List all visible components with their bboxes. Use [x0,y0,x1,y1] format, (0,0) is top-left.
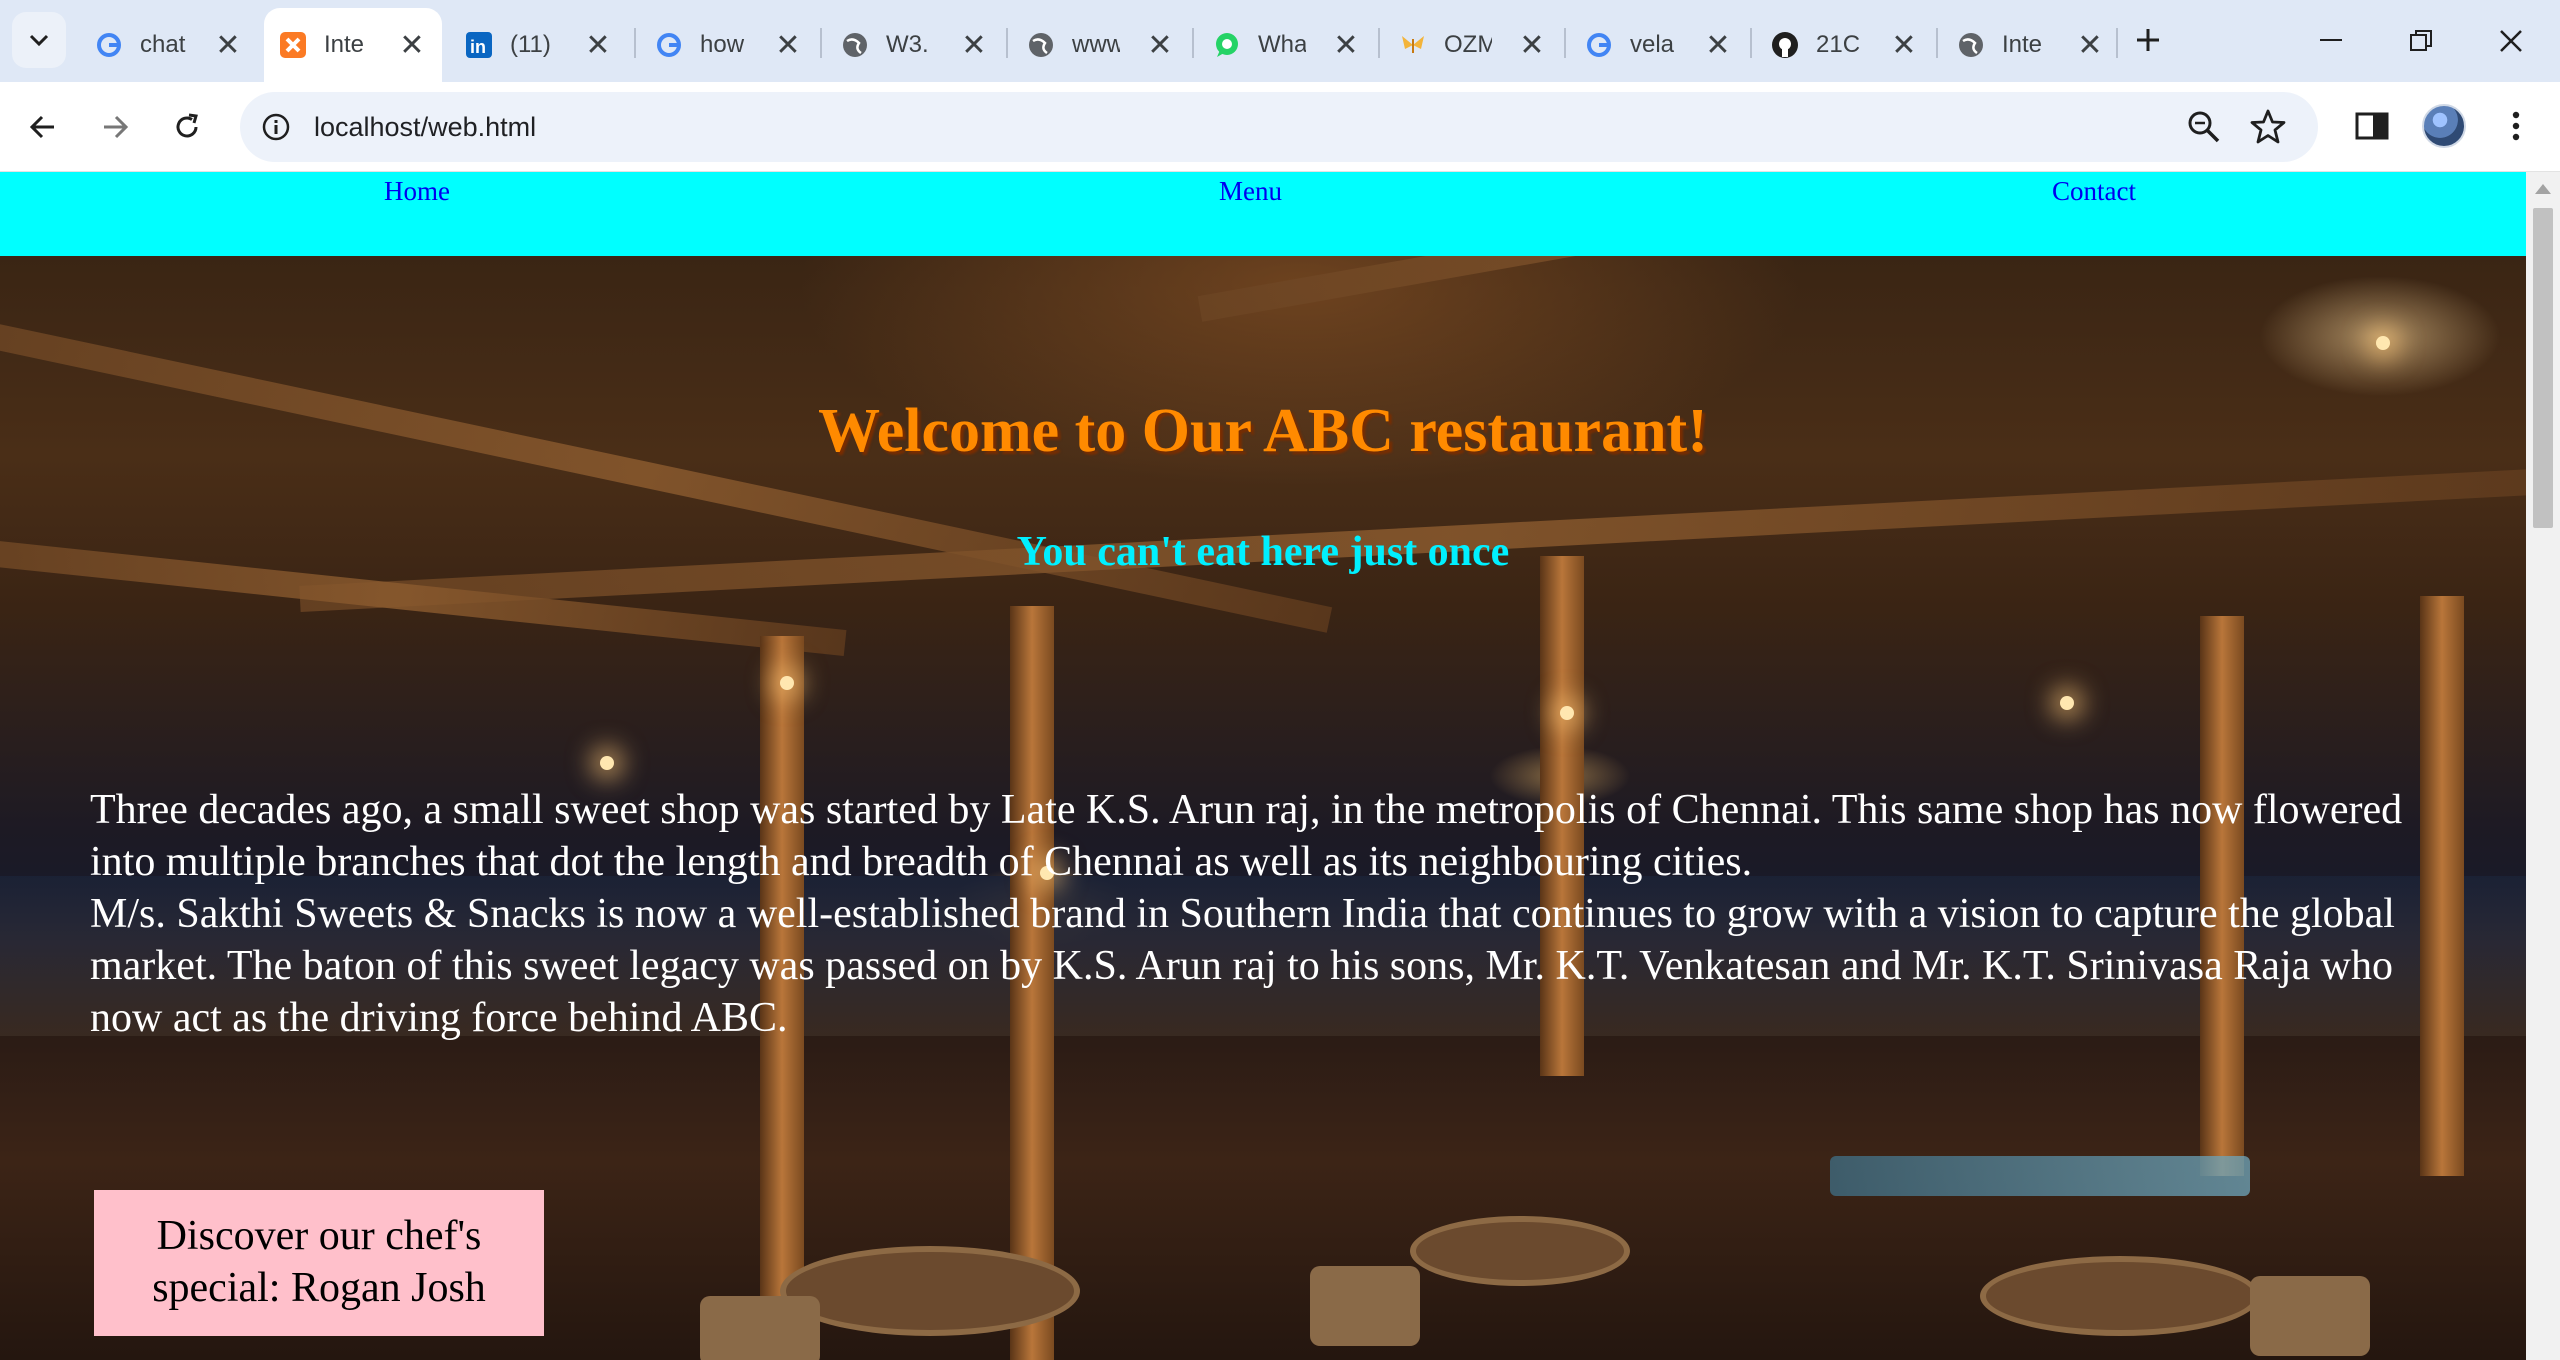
chevron-down-icon [29,34,49,47]
page-scrollbar[interactable] [2526,172,2560,1360]
globe-icon [1956,30,1986,60]
close-icon[interactable]: ✕ [1516,29,1548,62]
chef-special-box: Discover our chef's special: Rogan Josh [94,1190,544,1336]
minimize-icon [2320,39,2342,41]
about-paragraph: Three decades ago, a small sweet shop wa… [90,784,2470,1044]
address-toolbar: localhost/web.html [0,82,2560,172]
nav-link-contact[interactable]: Contact [2052,176,2136,207]
close-icon[interactable]: ✕ [396,29,428,62]
url-text[interactable]: localhost/web.html [314,112,536,143]
tab-separator [1378,28,1380,58]
about-line-2: M/s. Sakthi Sweets & Snacks is now a wel… [90,891,2395,1041]
xampp-icon [278,30,308,60]
svg-text:in: in [470,37,486,57]
tab-separator [820,28,822,58]
back-button[interactable] [20,104,66,150]
reload-icon [176,113,198,138]
minimize-button[interactable] [2286,14,2376,68]
tab-title: chat [140,31,186,58]
more-menu-icon[interactable] [2496,106,2536,146]
close-icon[interactable]: ✕ [212,29,244,62]
tab-title: Inte [2002,31,2043,58]
browser-tab[interactable]: chat ✕ [80,8,258,82]
hero-section: Welcome to Our ABC restaurant! You can't… [0,256,2526,1360]
browser-tab[interactable]: in (11) ✕ [450,8,628,82]
tab-separator [1192,28,1194,58]
github-icon [1770,30,1800,60]
side-panel-icon[interactable] [2352,106,2392,146]
reload-button[interactable] [164,104,210,150]
close-icon[interactable]: ✕ [958,29,990,62]
browser-tab[interactable]: 21C ✕ [1756,8,1934,82]
browser-tab-strip: chat ✕ Inte ✕ in (11) ✕ how ✕ W3. ✕ www … [0,0,2560,82]
close-icon[interactable]: ✕ [2074,29,2106,62]
tab-title: Wha [1258,31,1306,58]
nav-link-home[interactable]: Home [384,176,450,207]
chef-special-line-2: special: Rogan Josh [152,1265,486,1311]
globe-icon [1026,30,1056,60]
tab-separator [1936,28,1938,58]
close-icon[interactable]: ✕ [1144,29,1176,62]
hero-tagline: You can't eat here just once [1016,529,1510,575]
tab-title: W3. [886,31,929,58]
tab-search-button[interactable] [12,12,66,68]
about-line-1: Three decades ago, a small sweet shop wa… [90,787,2403,885]
whatsapp-icon [1212,30,1242,60]
close-icon[interactable]: ✕ [582,29,614,62]
browser-tab[interactable]: Wha ✕ [1198,8,1376,82]
tab-title: www [1072,31,1120,58]
butterfly-icon [1398,30,1428,60]
arrow-right-icon [104,115,129,139]
browser-tab[interactable]: OZM ✕ [1384,8,1562,82]
scroll-thumb[interactable] [2533,208,2553,528]
google-icon [94,30,124,60]
site-navbar: Home Menu Contact [0,172,2526,256]
close-window-button[interactable] [2466,14,2556,68]
tab-title: OZM [1444,31,1492,58]
address-bar[interactable]: localhost/web.html [240,92,2318,162]
scroll-up-arrow-icon[interactable] [2535,184,2551,194]
tab-separator [2116,28,2118,58]
bookmark-star-icon[interactable] [2248,107,2288,147]
tab-separator [1750,28,1752,58]
close-icon[interactable]: ✕ [772,29,804,62]
google-icon [1584,30,1614,60]
close-icon [2500,30,2522,52]
page-viewport: Home Menu Contact Welcome to Our ABC res… [0,172,2526,1360]
tab-separator [634,28,636,58]
chef-special-line-1: Discover our chef's [156,1213,482,1259]
arrow-left-icon [29,115,54,139]
restore-icon [2410,30,2432,51]
tab-title: Inte [324,31,365,58]
site-info-icon[interactable] [258,109,294,145]
browser-tab-active[interactable]: Inte ✕ [264,8,442,82]
tab-separator [1006,28,1008,58]
profile-avatar[interactable] [2422,104,2466,148]
linkedin-icon: in [464,30,494,60]
new-tab-button[interactable] [2128,20,2168,60]
browser-tab[interactable]: Inte ✕ [1942,8,2120,82]
hero-title: Welcome to Our ABC restaurant! [818,397,1708,465]
tab-title: vela [1630,31,1675,58]
close-icon[interactable]: ✕ [1330,29,1362,62]
close-icon[interactable]: ✕ [1888,29,1920,62]
globe-icon [840,30,870,60]
tab-title: how [700,31,745,58]
nav-link-menu[interactable]: Menu [1219,176,1282,207]
browser-tab[interactable]: www ✕ [1012,8,1190,82]
browser-tab[interactable]: how ✕ [640,8,818,82]
tab-title: (11) [510,31,551,58]
restore-button[interactable] [2376,14,2466,68]
tab-title: 21C [1816,31,1861,58]
browser-tab[interactable]: W3. ✕ [826,8,1004,82]
zoom-icon[interactable] [2186,109,2222,145]
browser-tab[interactable]: vela ✕ [1570,8,1748,82]
google-icon [654,30,684,60]
close-icon[interactable]: ✕ [1702,29,1734,62]
forward-button[interactable] [92,104,138,150]
tab-separator [1564,28,1566,58]
plus-icon [2137,29,2159,51]
